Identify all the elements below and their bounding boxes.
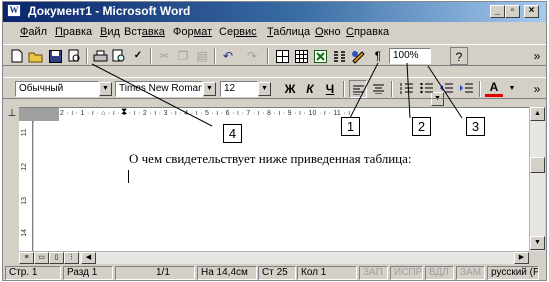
callout-arrows	[91, 62, 463, 127]
callout-arrow-3	[427, 65, 463, 119]
callout-arrow-4	[91, 63, 213, 127]
callout-4: 4	[223, 124, 242, 143]
callout-2: 2	[412, 117, 431, 136]
callout-1: 1	[341, 117, 360, 136]
callout-arrow-1	[349, 62, 379, 119]
callout-3: 3	[466, 117, 485, 136]
callout-arrow-2	[406, 62, 411, 119]
